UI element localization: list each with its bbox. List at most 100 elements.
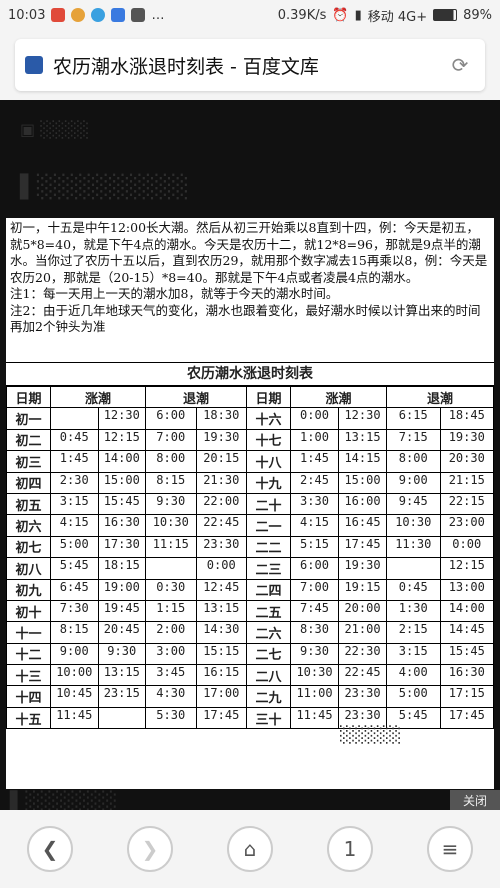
time-value: 10:45 — [52, 686, 99, 707]
time-cell: 10:30 22:45 — [290, 664, 387, 687]
time-cell: 10:30 22:45 — [145, 514, 247, 537]
time-value: 19:45 — [103, 600, 140, 615]
time-cell: 5:15 17:45 — [290, 535, 387, 559]
table-row: 十一 8:15 20:45 2:00 14:30 二六 8:30 21:00 2:15 14:45 — [6, 621, 494, 644]
time-value: 13:15 — [103, 665, 140, 680]
time-value: 13:15 — [203, 600, 240, 615]
time-value: 20:00 — [344, 600, 381, 615]
menu-button[interactable]: ≡ — [427, 826, 473, 872]
time-value: 9:00 — [388, 473, 441, 493]
time-value: 19:30 — [448, 429, 485, 444]
time-value: 2:45 — [292, 473, 339, 493]
intro-paragraph: 初一，十五是中午12:00长大潮。然后从初三开始乘以8直到十四，例：今天是初五，… — [10, 220, 488, 285]
time-value: 15:45 — [448, 643, 485, 658]
time-value: 9:45 — [388, 494, 441, 514]
time-cell: 0:45 12:15 — [50, 428, 146, 452]
time-value — [147, 558, 197, 578]
time-cell: 2:45 15:00 — [290, 471, 387, 494]
table-row: 初九 6:45 19:00 0:30 12:45 二四 7:00 19:15 0:45 13:00 — [6, 578, 494, 601]
date-cell: 十八 — [246, 450, 291, 473]
time-value: 16:45 — [344, 515, 381, 530]
forward-button[interactable]: ❯ — [127, 826, 173, 872]
time-value: 12:15 — [103, 429, 140, 444]
time-value: 16:00 — [344, 493, 381, 508]
document-viewer[interactable]: ▣ ░░░░ ▌░░░░░░░░░ 初一，十五是中午12:00长大潮。然后从初三… — [0, 100, 500, 810]
time-value: 7:15 — [388, 430, 441, 450]
time-value: 23:30 — [344, 686, 381, 701]
refresh-icon[interactable]: ⟳ — [445, 53, 475, 77]
header-date: 日期 — [246, 385, 291, 409]
time-value: 6:15 — [388, 408, 441, 429]
time-cell: 10:30 23:00 — [386, 514, 494, 537]
time-value: 18:45 — [448, 408, 485, 423]
table-row: 十五 11:45 5:30 17:45 三十 11:45 23:30 5:45 17:45 — [6, 706, 494, 730]
date-cell: 初五 — [6, 492, 51, 516]
signal-icon: ▮ — [354, 7, 362, 23]
back-button[interactable]: ❮ — [27, 826, 73, 872]
time-value: 1:45 — [292, 451, 339, 472]
time-cell: 0:00 12:30 — [290, 407, 387, 430]
time-value: 16:30 — [103, 515, 140, 530]
time-cell: 12:30 — [50, 407, 146, 430]
time-cell: 8:30 21:00 — [290, 621, 387, 644]
header-ebb: 退潮 — [386, 385, 494, 409]
weibo-icon — [71, 8, 86, 22]
time-value: 14:00 — [103, 451, 140, 466]
date-cell: 二四 — [246, 578, 291, 601]
home-icon: ⌂ — [243, 837, 257, 861]
time-value: 9:30 — [292, 644, 339, 664]
table-row: 初四 2:30 15:00 8:15 21:30 十九 2:45 15:00 9:00 21:15 — [6, 471, 494, 494]
time-value: 1:45 — [52, 451, 99, 472]
date-cell: 初八 — [6, 557, 51, 580]
time-value: 12:15 — [448, 558, 485, 573]
time-cell: 6:00 18:30 — [145, 407, 247, 430]
time-cell: 5:00 17:30 — [50, 535, 146, 559]
time-cell: 6:00 19:30 — [290, 557, 387, 580]
time-value: 5:00 — [388, 686, 441, 707]
battery-level: 89% — [463, 7, 492, 23]
watermark-text: ░░░░░ — [340, 725, 402, 744]
status-bar: 10:03 … 0.39K/s ⏰ ▮ 移动 4G+ 89% — [0, 0, 500, 30]
time-cell: 11:00 23:30 — [290, 685, 387, 708]
time-value: 19:30 — [203, 429, 240, 444]
watermark-heading: ▌░░░░░░░░░ — [20, 175, 190, 200]
chevron-left-icon: ❮ — [41, 837, 59, 861]
time-cell: 5:00 17:15 — [386, 685, 494, 708]
table-row: 初七 5:00 17:30 11:15 23:30 二二 5:15 17:45 11:30 0:0… — [6, 535, 494, 559]
date-cell: 二五 — [246, 599, 291, 623]
date-cell: 二一 — [246, 514, 291, 537]
time-value: 17:45 — [448, 707, 485, 722]
time-value: 9:30 — [107, 643, 137, 658]
time-value: 10:00 — [52, 665, 99, 685]
time-value: 11:45 — [292, 708, 339, 728]
home-button[interactable]: ⌂ — [227, 826, 273, 872]
time-value: 19:30 — [344, 558, 381, 573]
time-value: 4:30 — [147, 686, 197, 707]
table-row: 初一 12:30 6:00 18:30 十六 0:00 12:30 6:15 18:45 — [6, 407, 494, 430]
time-value: 14:30 — [203, 622, 240, 637]
tide-document: 初一，十五是中午12:00长大潮。然后从初三开始乘以8直到十四，例：今天是初五，… — [4, 216, 496, 791]
table-row: 初六 4:15 16:30 10:30 22:45 二一 4:15 16:45 10:30 23:… — [6, 514, 494, 537]
time-cell: 8:15 20:45 — [50, 621, 146, 644]
time-value: 7:00 — [147, 430, 197, 450]
address-bar[interactable]: 农历潮水涨退时刻表 - 百度文库 ⟳ — [15, 39, 485, 91]
time-cell: 1:15 13:15 — [145, 599, 247, 623]
time-value: 7:00 — [292, 580, 339, 600]
tabs-button[interactable]: 1 — [327, 826, 373, 872]
time-value: 7:30 — [52, 601, 99, 621]
time-value: 20:30 — [448, 451, 485, 466]
time-cell: 4:15 16:30 — [50, 514, 146, 537]
time-value: 5:30 — [147, 708, 197, 728]
time-value: 3:00 — [147, 644, 197, 664]
time-value: 10:30 — [147, 515, 197, 536]
time-cell: 3:00 15:15 — [145, 642, 247, 666]
note-1: 注1：每一天用上一天的潮水加8，就等于今天的潮水时间。 — [10, 286, 339, 301]
time-value: 16:15 — [203, 665, 240, 680]
time-cell: 0:45 13:00 — [386, 578, 494, 601]
close-button[interactable]: 关闭 — [450, 790, 500, 812]
chevron-right-icon: ❯ — [141, 837, 159, 861]
time-value: 5:00 — [52, 537, 99, 557]
time-cell: 5:45 17:45 — [386, 706, 494, 730]
date-cell: 初四 — [6, 471, 51, 494]
table-row: 初二 0:45 12:15 7:00 19:30 十七 1:00 13:15 7:15 19:30 — [6, 428, 494, 452]
